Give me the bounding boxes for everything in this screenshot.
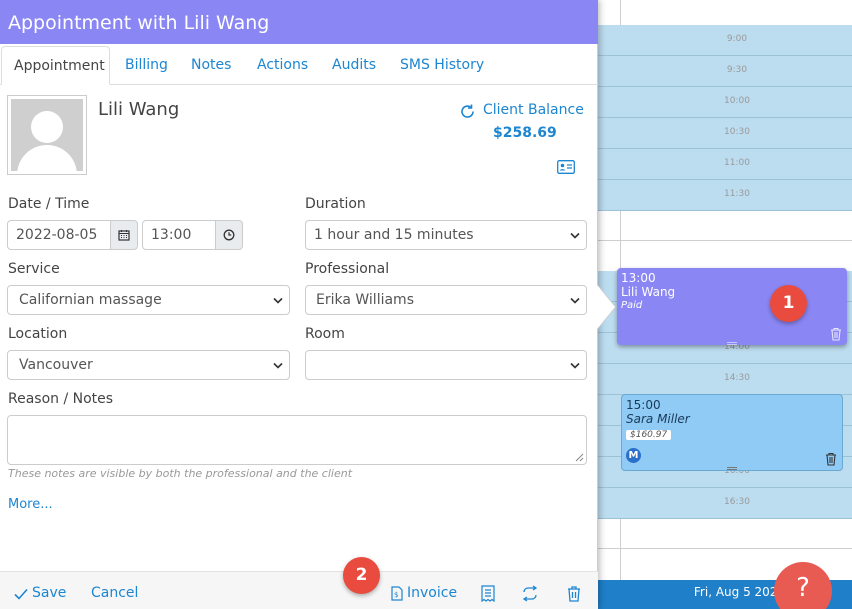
professional-select[interactable]: Erika Williams bbox=[305, 285, 587, 315]
service-select[interactable]: Californian massage bbox=[7, 285, 290, 315]
resize-handle-icon[interactable] bbox=[727, 467, 737, 470]
more-link[interactable]: More... bbox=[8, 497, 53, 512]
tab-actions[interactable]: Actions bbox=[245, 46, 320, 85]
notes-hint: These notes are visible by both the prof… bbox=[8, 467, 353, 480]
slot-time-label: 9:30 bbox=[726, 65, 748, 75]
invoice-icon: $ bbox=[391, 586, 403, 601]
slot-time-label: 14:30 bbox=[724, 373, 750, 383]
event-price-badge: $160.97 bbox=[626, 430, 672, 440]
event-status: Paid bbox=[621, 300, 643, 311]
invoice-button[interactable]: $ Invoice bbox=[391, 585, 457, 601]
client-balance-label: Client Balance bbox=[483, 102, 584, 118]
chevron-down-icon bbox=[273, 362, 283, 369]
cancel-button[interactable]: Cancel bbox=[91, 585, 138, 601]
appointment-event-sara-miller[interactable]: 15:00 Sara Miller $160.97 M bbox=[621, 394, 843, 471]
notes-label: Reason / Notes bbox=[8, 391, 114, 407]
receipt-icon[interactable] bbox=[480, 585, 496, 602]
chevron-down-icon bbox=[570, 297, 580, 304]
calendar-panel: 9:00 9:30 10:00 10:30 11:00 11:30 14:00 … bbox=[597, 0, 852, 609]
trash-icon[interactable] bbox=[566, 585, 582, 602]
room-label: Room bbox=[305, 326, 345, 342]
contact-card-icon[interactable] bbox=[557, 160, 575, 174]
location-label: Location bbox=[8, 326, 68, 342]
clock-icon bbox=[223, 229, 235, 241]
step-marker-1: 1 bbox=[770, 285, 807, 322]
client-name: Lili Wang bbox=[98, 99, 180, 120]
location-select-value: Vancouver bbox=[19, 357, 93, 373]
help-button[interactable]: ? bbox=[774, 562, 832, 609]
slot-time-label: 16:30 bbox=[724, 497, 750, 507]
tab-appointment[interactable]: Appointment bbox=[1, 46, 110, 85]
duration-select-value: 1 hour and 15 minutes bbox=[314, 227, 474, 243]
tab-notes[interactable]: Notes bbox=[179, 46, 243, 85]
professional-label: Professional bbox=[305, 261, 390, 277]
repeat-icon[interactable] bbox=[522, 585, 538, 602]
event-time: 15:00 bbox=[626, 398, 661, 412]
trash-icon[interactable] bbox=[830, 327, 842, 341]
location-select[interactable]: Vancouver bbox=[7, 350, 290, 380]
event-time: 13:00 bbox=[621, 271, 656, 285]
client-balance-link[interactable]: Client Balance bbox=[459, 102, 584, 118]
chevron-down-icon bbox=[273, 297, 283, 304]
tab-audits[interactable]: Audits bbox=[320, 46, 388, 85]
duration-select[interactable]: 1 hour and 15 minutes bbox=[305, 220, 587, 250]
client-avatar bbox=[7, 95, 87, 175]
tab-billing[interactable]: Billing bbox=[113, 46, 180, 85]
modal-title: Appointment with Lili Wang bbox=[0, 0, 598, 44]
appointment-modal: Appointment with Lili Wang Appointment B… bbox=[0, 0, 598, 609]
calendar-gridline bbox=[597, 548, 852, 549]
svg-text:$: $ bbox=[394, 591, 398, 599]
appointment-event-lili-wang[interactable]: 13:00 Lili Wang Paid bbox=[617, 268, 847, 345]
slot-time-label: 10:00 bbox=[724, 96, 750, 106]
membership-badge-icon: M bbox=[626, 448, 641, 463]
time-input[interactable]: 13:00 bbox=[142, 220, 216, 250]
date-input[interactable]: 2022-08-05 bbox=[7, 220, 111, 250]
resize-grip-icon[interactable] bbox=[575, 453, 584, 462]
client-balance-value: $258.69 bbox=[493, 125, 557, 141]
calendar-picker-button[interactable] bbox=[110, 220, 138, 250]
modal-footer: Save Cancel $ Invoice bbox=[0, 571, 598, 609]
service-label: Service bbox=[8, 261, 60, 277]
modal-tabs: Appointment Billing Notes Actions Audits… bbox=[0, 46, 598, 85]
modal-pointer-arrow bbox=[597, 285, 615, 329]
chevron-down-icon bbox=[570, 232, 580, 239]
professional-select-value: Erika Williams bbox=[316, 292, 414, 308]
duration-label: Duration bbox=[305, 196, 366, 212]
slot-time-label: 11:00 bbox=[724, 158, 750, 168]
tab-sms-history[interactable]: SMS History bbox=[388, 46, 496, 85]
notes-textarea[interactable] bbox=[7, 415, 587, 465]
step-marker-2: 2 bbox=[343, 557, 380, 594]
checkmark-icon bbox=[14, 588, 28, 600]
chevron-down-icon bbox=[570, 362, 580, 369]
slot-time-label: 10:30 bbox=[724, 127, 750, 137]
refresh-icon bbox=[461, 104, 474, 118]
event-client-name: Sara Miller bbox=[626, 412, 690, 426]
room-select[interactable] bbox=[305, 350, 587, 380]
slot-time-label: 9:00 bbox=[726, 34, 748, 44]
slot-time-label: 11:30 bbox=[724, 189, 750, 199]
calendar-gridline bbox=[597, 240, 852, 241]
service-select-value: Californian massage bbox=[19, 292, 162, 308]
save-button[interactable]: Save bbox=[14, 585, 66, 601]
date-time-label: Date / Time bbox=[8, 196, 90, 212]
time-picker-button[interactable] bbox=[215, 220, 243, 250]
resize-handle-icon[interactable] bbox=[727, 342, 737, 345]
event-client-name: Lili Wang bbox=[621, 285, 676, 299]
calendar-icon bbox=[118, 230, 130, 241]
trash-icon[interactable] bbox=[825, 452, 837, 466]
avatar-placeholder-icon bbox=[11, 99, 83, 171]
